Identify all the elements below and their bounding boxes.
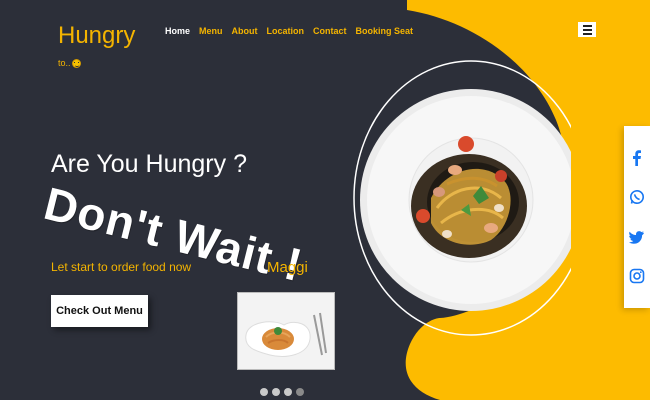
carousel-dot-2[interactable] bbox=[272, 388, 280, 396]
carousel-dot-3[interactable] bbox=[284, 388, 292, 396]
hero-subtitle: Let start to order food now bbox=[51, 260, 192, 274]
instagram-icon[interactable] bbox=[628, 267, 646, 285]
facebook-icon[interactable] bbox=[628, 149, 646, 167]
featured-dish-caption: Maggi bbox=[267, 259, 308, 276]
main-nav: Home Menu About Location Contact Booking… bbox=[165, 26, 422, 36]
featured-dish-thumbnail[interactable] bbox=[237, 292, 335, 370]
nav-item-contact[interactable]: Contact bbox=[313, 26, 347, 36]
carousel-dot-1[interactable] bbox=[260, 388, 268, 396]
hamburger-menu-icon[interactable] bbox=[578, 22, 596, 37]
twitter-icon[interactable] bbox=[628, 228, 646, 246]
nav-item-booking-seat[interactable]: Booking Seat bbox=[356, 26, 414, 36]
brand-logo[interactable]: Hungry bbox=[58, 22, 135, 50]
social-sidebar bbox=[624, 126, 650, 308]
carousel-indicators bbox=[260, 388, 304, 396]
brand-tagline: to.. bbox=[58, 58, 81, 68]
carousel-dot-4[interactable] bbox=[296, 388, 304, 396]
check-out-menu-button[interactable]: Check Out Menu bbox=[51, 295, 148, 327]
whatsapp-icon[interactable] bbox=[628, 188, 646, 206]
nav-item-home[interactable]: Home bbox=[165, 26, 190, 36]
tagline-text: to.. bbox=[58, 58, 71, 68]
nav-item-about[interactable]: About bbox=[232, 26, 258, 36]
nav-item-location[interactable]: Location bbox=[267, 26, 305, 36]
nav-item-menu[interactable]: Menu bbox=[199, 26, 223, 36]
hero-headline: Are You Hungry ? bbox=[51, 150, 247, 178]
smiley-icon bbox=[71, 58, 81, 68]
hero-dish-image bbox=[353, 60, 571, 336]
